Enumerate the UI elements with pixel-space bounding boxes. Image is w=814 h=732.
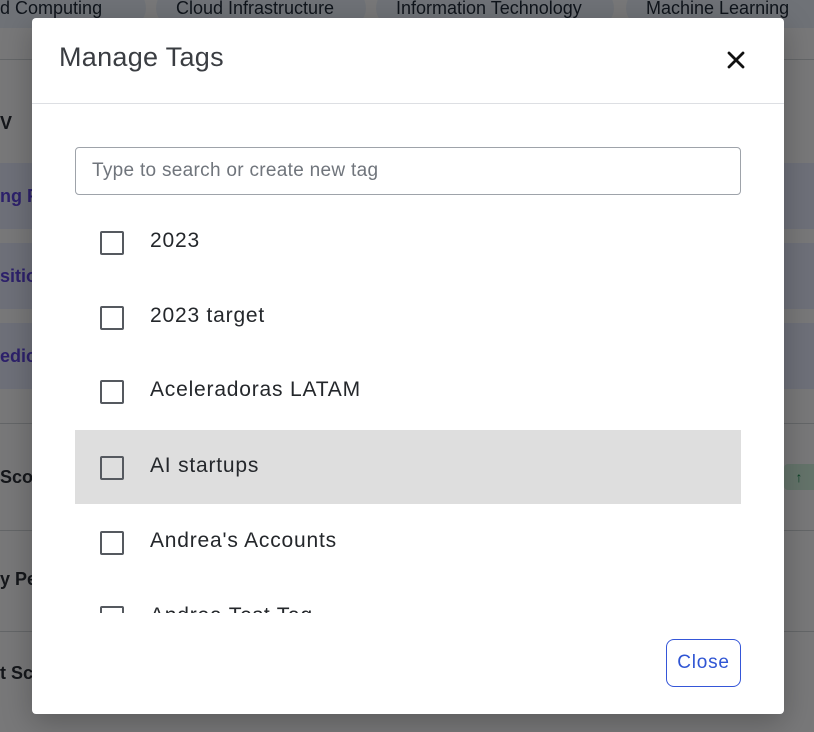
dialog-header: Manage Tags [32,18,784,104]
tag-option[interactable]: Aceleradoras LATAM [75,354,741,428]
tag-checkbox[interactable] [100,231,124,255]
close-icon-graphic [727,51,745,69]
tag-label: Andrea Test Tag [150,604,313,613]
close-icon[interactable] [722,46,750,74]
close-button[interactable]: Close [666,639,741,687]
tag-search-input[interactable] [75,147,741,195]
tag-checkbox[interactable] [100,380,124,404]
tag-option[interactable]: 2023 [75,205,741,279]
tag-label: 2023 [150,229,200,252]
manage-tags-dialog: Manage Tags 2023 2023 target Aceleradora… [32,18,784,714]
tag-checkbox[interactable] [100,456,124,480]
tag-label: Andrea's Accounts [150,529,337,552]
dialog-title: Manage Tags [59,42,224,72]
tag-label: 2023 target [150,304,266,327]
tag-option[interactable]: Andrea Test Tag [75,580,741,613]
tag-checkbox[interactable] [100,306,124,330]
tag-option[interactable]: AI startups [75,430,741,504]
tag-option[interactable]: 2023 target [75,280,741,354]
tag-label: AI startups [150,454,260,477]
tag-checkbox[interactable] [100,531,124,555]
tag-option[interactable]: Andrea's Accounts [75,505,741,579]
tag-label: Aceleradoras LATAM [150,378,361,401]
tag-checkbox[interactable] [100,606,124,613]
tag-list[interactable]: 2023 2023 target Aceleradoras LATAM AI s… [75,205,741,613]
